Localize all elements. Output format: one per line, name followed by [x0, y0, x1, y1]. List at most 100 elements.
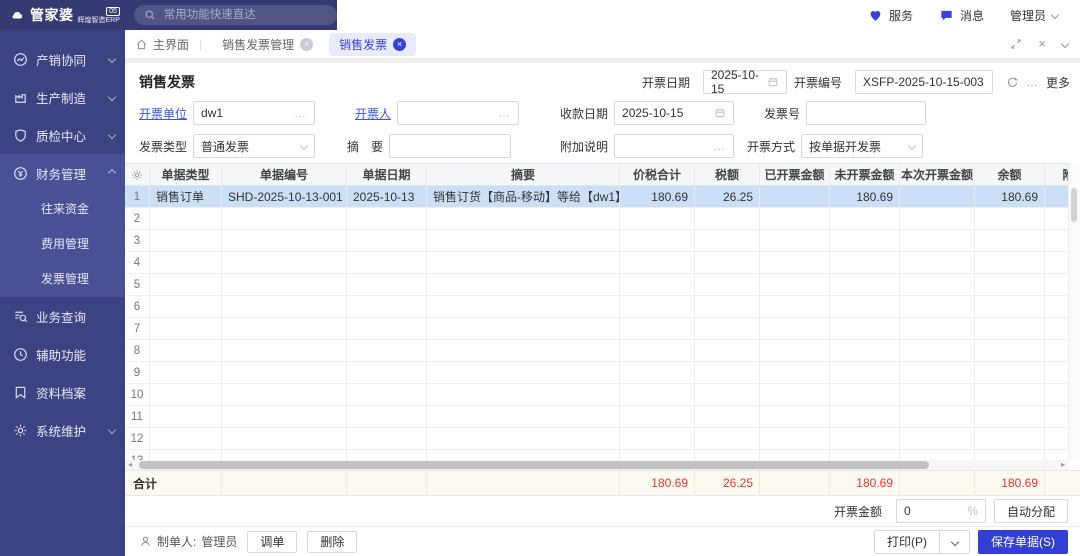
cell-invoiced[interactable]	[760, 384, 830, 405]
cell-doc_date[interactable]	[347, 406, 427, 427]
column-settings-gear-icon[interactable]	[125, 164, 150, 185]
cell-type[interactable]	[150, 318, 222, 339]
sidebar-subitem-wanglaizijin[interactable]: 往来资金	[0, 192, 125, 227]
cell-type[interactable]	[150, 230, 222, 251]
cell-doc_no[interactable]	[222, 384, 347, 405]
cell-extra[interactable]	[1045, 230, 1068, 251]
row-number[interactable]: 9	[125, 362, 150, 383]
cell-doc_date[interactable]	[347, 230, 427, 251]
cell-invoiced[interactable]	[760, 450, 830, 460]
cell-type[interactable]: 销售订单	[150, 186, 222, 207]
cell-invoiced[interactable]	[760, 252, 830, 273]
cell-summary[interactable]	[427, 230, 620, 251]
recall-button[interactable]: 调单	[247, 531, 297, 553]
cell-uninvoiced[interactable]	[830, 208, 900, 229]
cell-summary[interactable]	[427, 318, 620, 339]
col-header-doc_no[interactable]: 单据编号	[222, 164, 347, 185]
table-row-7[interactable]: 7	[125, 318, 1068, 340]
cell-extra[interactable]	[1045, 362, 1068, 383]
messages-menu[interactable]: 消息	[939, 7, 984, 24]
cell-type[interactable]	[150, 296, 222, 317]
cell-current[interactable]	[900, 252, 975, 273]
col-header-doc_date[interactable]: 单据日期	[347, 164, 427, 185]
col-header-summary[interactable]: 摘要	[427, 164, 620, 185]
receipt-date-field[interactable]: 2025-10-15	[614, 101, 734, 125]
cell-doc_date[interactable]	[347, 274, 427, 295]
col-header-tax[interactable]: 税额	[695, 164, 760, 185]
invoice-type-select[interactable]: 普通发票	[193, 134, 315, 158]
invoice-number-input[interactable]	[806, 101, 926, 125]
table-row-12[interactable]: 12	[125, 428, 1068, 450]
row-number[interactable]: 5	[125, 274, 150, 295]
col-header-extra[interactable]: 附加	[1045, 164, 1068, 185]
scroll-right-arrow[interactable]: ▸	[1058, 460, 1068, 470]
scroll-left-arrow[interactable]: ◂	[125, 460, 135, 470]
cell-uninvoiced[interactable]	[830, 406, 900, 427]
cell-balance[interactable]	[975, 274, 1045, 295]
cell-total[interactable]: 180.69	[620, 186, 695, 207]
fullscreen-icon[interactable]	[1010, 38, 1022, 50]
cell-uninvoiced[interactable]	[830, 450, 900, 460]
cell-uninvoiced[interactable]	[830, 230, 900, 251]
tab-xiaoshoufapiao[interactable]: 销售发票 ×	[329, 33, 416, 56]
cell-extra[interactable]	[1045, 340, 1068, 361]
row-number[interactable]: 7	[125, 318, 150, 339]
cell-doc_no[interactable]	[222, 318, 347, 339]
cell-current[interactable]	[900, 318, 975, 339]
lookup-ellipsis-icon[interactable]: …	[294, 106, 307, 120]
cell-extra[interactable]	[1045, 428, 1068, 449]
cell-total[interactable]	[620, 340, 695, 361]
cell-type[interactable]	[150, 274, 222, 295]
cell-balance[interactable]	[975, 450, 1045, 460]
cell-uninvoiced[interactable]	[830, 384, 900, 405]
cell-invoiced[interactable]	[760, 340, 830, 361]
cell-summary[interactable]: 销售订货【商品-移动】等给【dw1】：zy1	[427, 186, 620, 207]
cell-current[interactable]	[900, 296, 975, 317]
drawer-link[interactable]: 开票人	[355, 105, 391, 122]
cell-doc_no[interactable]	[222, 208, 347, 229]
sidebar-item-fuzhugongneng[interactable]: 辅助功能	[0, 335, 125, 373]
cell-summary[interactable]	[427, 296, 620, 317]
user-menu[interactable]: 管理员	[1010, 7, 1058, 24]
row-number[interactable]: 8	[125, 340, 150, 361]
cell-tax[interactable]	[695, 252, 760, 273]
invoice-no-input[interactable]	[855, 70, 993, 94]
cell-invoiced[interactable]	[760, 186, 830, 207]
more-dots-icon[interactable]: …	[1026, 75, 1039, 89]
cell-type[interactable]	[150, 384, 222, 405]
cell-type[interactable]	[150, 208, 222, 229]
cell-current[interactable]	[900, 450, 975, 460]
refresh-icon[interactable]	[1006, 76, 1019, 89]
cell-invoiced[interactable]	[760, 208, 830, 229]
cell-total[interactable]	[620, 208, 695, 229]
cell-current[interactable]	[900, 406, 975, 427]
cell-invoiced[interactable]	[760, 274, 830, 295]
alloc-amount-field[interactable]: 0 %	[896, 499, 986, 523]
cell-current[interactable]	[900, 208, 975, 229]
row-number[interactable]: 4	[125, 252, 150, 273]
sidebar-item-chanxiaoxietong[interactable]: 产销协同	[0, 40, 125, 78]
calendar-icon[interactable]	[714, 107, 726, 119]
h-scroll-thumb[interactable]	[139, 461, 929, 469]
cell-total[interactable]	[620, 274, 695, 295]
cell-tax[interactable]	[695, 318, 760, 339]
cell-doc_no[interactable]	[222, 428, 347, 449]
cell-uninvoiced[interactable]	[830, 252, 900, 273]
table-row-13[interactable]: 13	[125, 450, 1068, 460]
cell-doc_date[interactable]	[347, 450, 427, 460]
cell-balance[interactable]	[975, 296, 1045, 317]
v-scroll-thumb[interactable]	[1071, 188, 1077, 222]
cell-balance[interactable]	[975, 428, 1045, 449]
cell-balance[interactable]	[975, 208, 1045, 229]
cell-doc_date[interactable]: 2025-10-13	[347, 186, 427, 207]
row-number[interactable]: 11	[125, 406, 150, 427]
cell-summary[interactable]	[427, 450, 620, 460]
cell-invoiced[interactable]	[760, 362, 830, 383]
cell-extra[interactable]	[1045, 406, 1068, 427]
sidebar-item-shengchanzhizao[interactable]: 生产制造	[0, 78, 125, 116]
vertical-scrollbar[interactable]	[1068, 163, 1080, 460]
cell-doc_date[interactable]	[347, 340, 427, 361]
invoice-date-field[interactable]: 2025-10-15	[703, 70, 787, 94]
delete-button[interactable]: 删除	[307, 531, 357, 553]
save-button[interactable]: 保存单据(S)	[978, 530, 1068, 554]
